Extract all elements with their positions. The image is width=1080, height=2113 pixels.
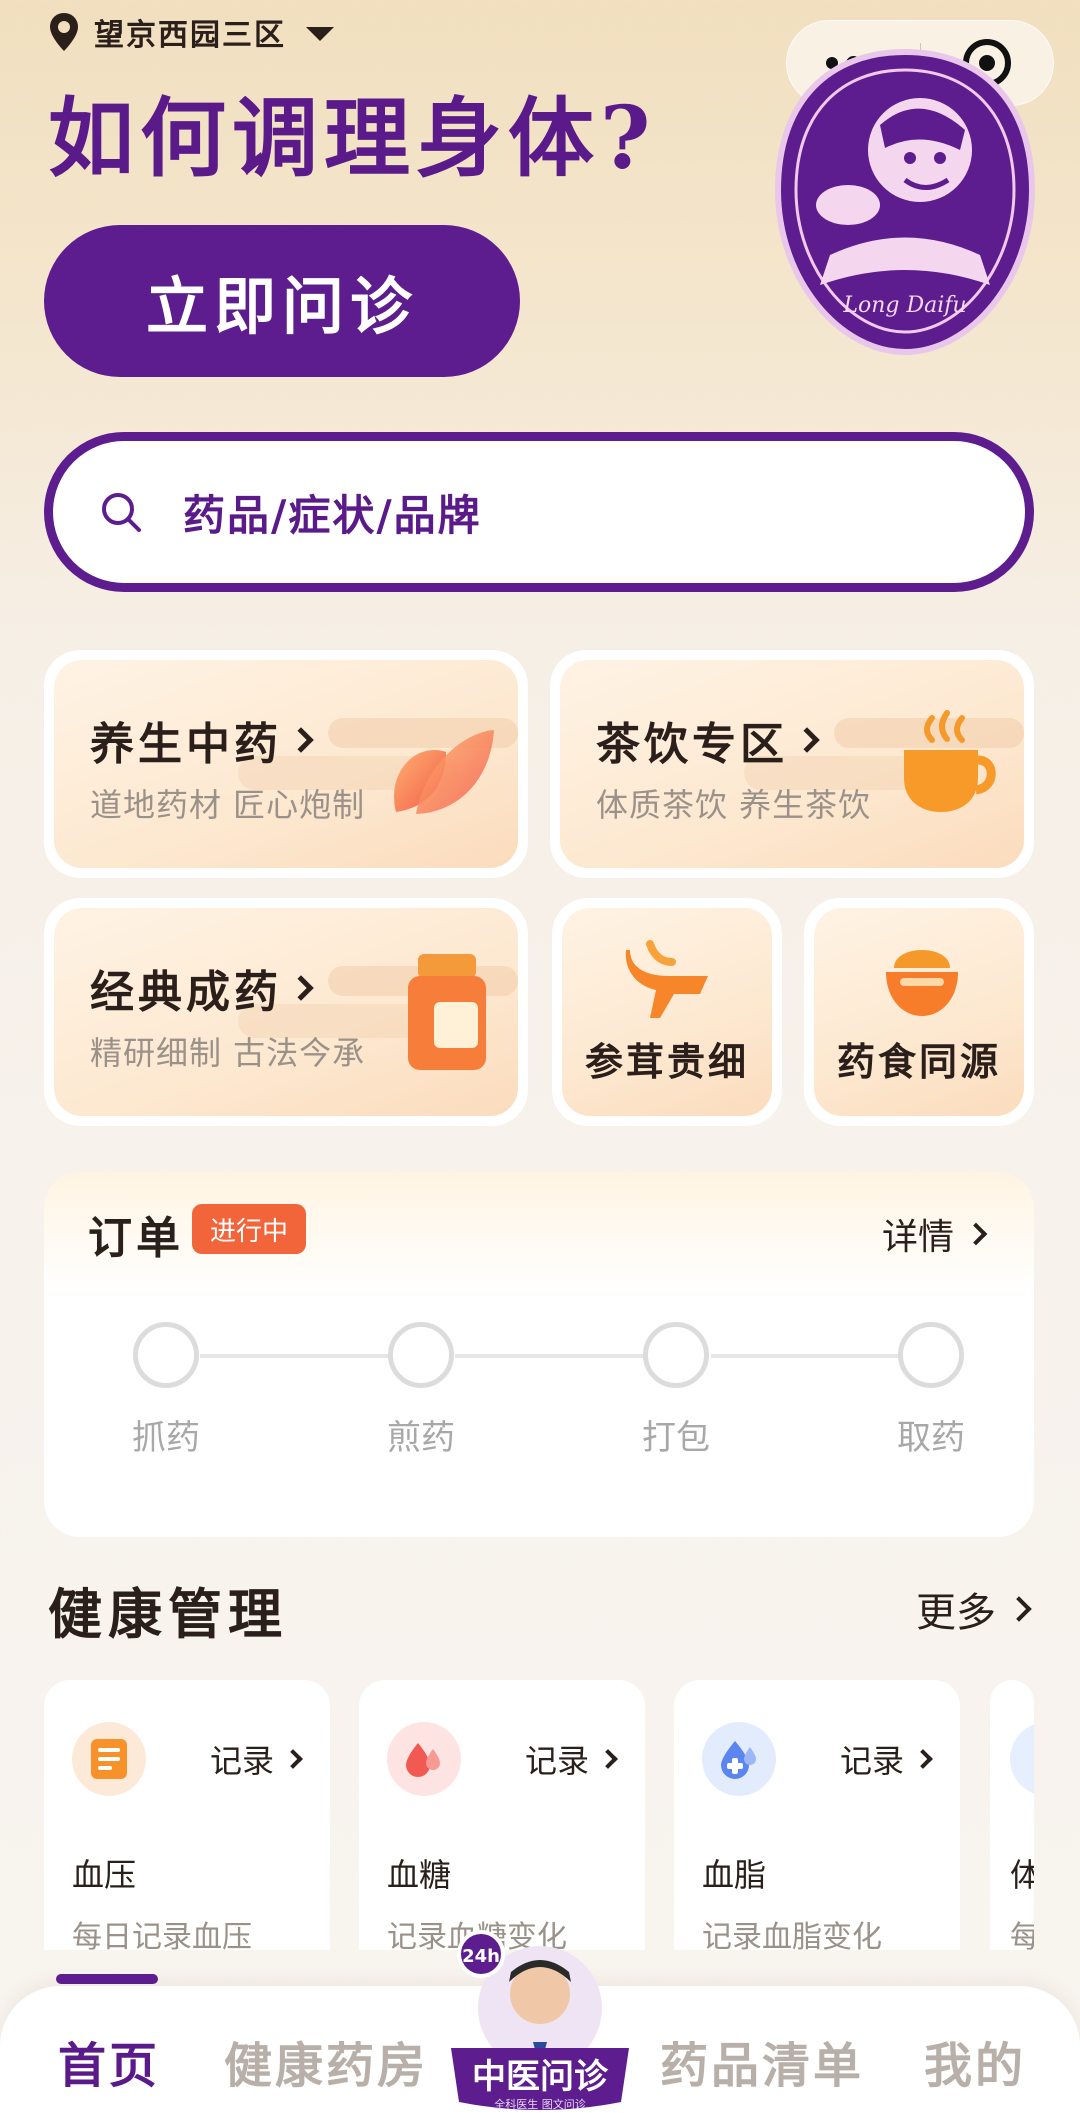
health-card-blood-sugar[interactable]: 记录 血糖 记录血糖变化 (359, 1680, 645, 1950)
order-title: 订单 (88, 1213, 184, 1264)
category-subtitle: 精研细制 古法今承 (90, 1034, 366, 1072)
category-title: 经典成药 (90, 956, 314, 1020)
status-badge: 进行中 (192, 1204, 307, 1254)
category-card-medicine[interactable]: 经典成药 精研细制 古法今承 (44, 898, 528, 1126)
tab-pharmacy[interactable]: 健康药房 (224, 2026, 428, 2096)
consult-now-button[interactable]: 立即问诊 (44, 225, 520, 377)
category-title-text: 养生中药 (90, 719, 282, 770)
category-title-text: 药食同源 (836, 1039, 1001, 1084)
caret-down-icon (306, 27, 334, 41)
center-tab-label: 中医问诊 (472, 2057, 609, 2097)
order-step: 打包 (616, 1322, 736, 1459)
blood-drops-icon (387, 1722, 461, 1796)
search-placeholder: 药品/症状/品牌 (183, 490, 482, 540)
order-step: 煎药 (361, 1322, 481, 1459)
record-link[interactable]: 记录 (209, 1736, 303, 1782)
center-tab-sub: 全科医生 图文问诊 (494, 2097, 586, 2111)
chevron-right-icon (964, 1222, 988, 1246)
category-card-tea[interactable]: 茶饮专区 体质茶饮 养生茶饮 (550, 650, 1034, 878)
category-title-text: 茶饮专区 (596, 719, 788, 770)
tab-tcm-consult[interactable]: 24h 中医问诊 全科医生 图文问诊 (445, 1930, 635, 2113)
active-tab-indicator (56, 1974, 158, 1984)
leaf-icon (394, 730, 494, 814)
step-circle (643, 1322, 709, 1388)
search-bar[interactable]: 药品/症状/品牌 (44, 432, 1034, 592)
tab-medicine-list[interactable]: 药品清单 (660, 2026, 864, 2096)
tab-home[interactable]: 首页 (58, 2026, 160, 2096)
tea-cup-icon (904, 710, 996, 812)
category-subtitle: 体质茶饮 养生茶饮 (596, 786, 872, 824)
chevron-right-icon (913, 1749, 933, 1769)
bowl-icon (886, 950, 958, 1016)
notebook-icon (72, 1722, 146, 1796)
chevron-right-icon (288, 975, 314, 1001)
lipid-drop-icon (702, 1722, 776, 1796)
category-title-text: 经典成药 (90, 967, 282, 1018)
health-item-desc: 记录血脂变化 (702, 1920, 882, 1950)
health-card-blood-pressure[interactable]: 记录 血压 每日记录血压 (44, 1680, 330, 1950)
step-circle (133, 1322, 199, 1388)
step-label: 取药 (897, 1418, 965, 1458)
mascot-caption: Long Daifu (842, 293, 966, 318)
order-detail-link[interactable]: 详情 (881, 1208, 988, 1260)
health-card-partial[interactable]: 体 每 (990, 1680, 1034, 1950)
category-card-food-medicine[interactable]: 药食同源 (804, 898, 1034, 1126)
location-selector[interactable]: 望京西园三区 (48, 10, 334, 54)
health-item-name: 血糖 (387, 1856, 452, 1894)
step-label: 煎药 (387, 1418, 455, 1458)
step-label: 抓药 (132, 1418, 200, 1458)
center-badge: 24h (462, 1946, 500, 1967)
location-pin-icon (50, 13, 78, 51)
step-circle (898, 1322, 964, 1388)
section-title: 健康管理 (48, 1582, 288, 1646)
chevron-right-icon (1006, 1596, 1032, 1622)
category-title-text: 参茸贵细 (584, 1039, 749, 1084)
health-item-name: 体 (1010, 1856, 1034, 1894)
health-item-desc: 每 (1010, 1920, 1034, 1950)
order-detail-label: 详情 (881, 1217, 954, 1258)
antler-icon (625, 940, 708, 1018)
page-headline: 如何调理身体? (48, 88, 657, 189)
chevron-right-icon (283, 1749, 303, 1769)
record-label: 记录 (209, 1742, 274, 1780)
chevron-right-icon (794, 727, 820, 753)
mascot-logo: Long Daifu (774, 48, 1036, 356)
medicine-bottle-icon (408, 954, 486, 1070)
step-label: 打包 (642, 1418, 710, 1458)
step-circle (388, 1322, 454, 1388)
health-item-name: 血压 (72, 1856, 137, 1894)
order-panel: 订单 进行中 详情 抓药 煎药 打包 取药 (44, 1172, 1034, 1537)
record-link[interactable]: 记录 (839, 1736, 933, 1782)
category-title: 养生中药 (90, 708, 314, 772)
tab-mine[interactable]: 我的 (924, 2026, 1026, 2096)
doctor-consult-icon: 24h 中医问诊 全科医生 图文问诊 (451, 1930, 629, 2111)
order-step: 取药 (871, 1322, 991, 1459)
health-item-desc: 每日记录血压 (72, 1920, 252, 1950)
record-link[interactable]: 记录 (524, 1736, 618, 1782)
category-title: 茶饮专区 (596, 708, 820, 772)
category-card-herbs[interactable]: 养生中药 道地药材 匠心炮制 (44, 650, 528, 878)
chevron-right-icon (598, 1749, 618, 1769)
category-card-premium[interactable]: 参茸贵细 (552, 898, 782, 1126)
more-link[interactable]: 更多 (916, 1580, 1032, 1638)
record-label: 记录 (839, 1742, 904, 1780)
search-icon (102, 493, 141, 532)
health-item-name: 血脂 (702, 1856, 767, 1894)
record-label: 记录 (524, 1742, 589, 1780)
health-card-blood-lipids[interactable]: 记录 血脂 记录血脂变化 (674, 1680, 960, 1950)
partial-icon (1010, 1722, 1034, 1796)
category-subtitle: 道地药材 匠心炮制 (90, 786, 366, 824)
location-text: 望京西园三区 (94, 18, 286, 53)
chevron-right-icon (288, 727, 314, 753)
order-step: 抓药 (106, 1322, 226, 1459)
more-label: 更多 (916, 1590, 996, 1636)
